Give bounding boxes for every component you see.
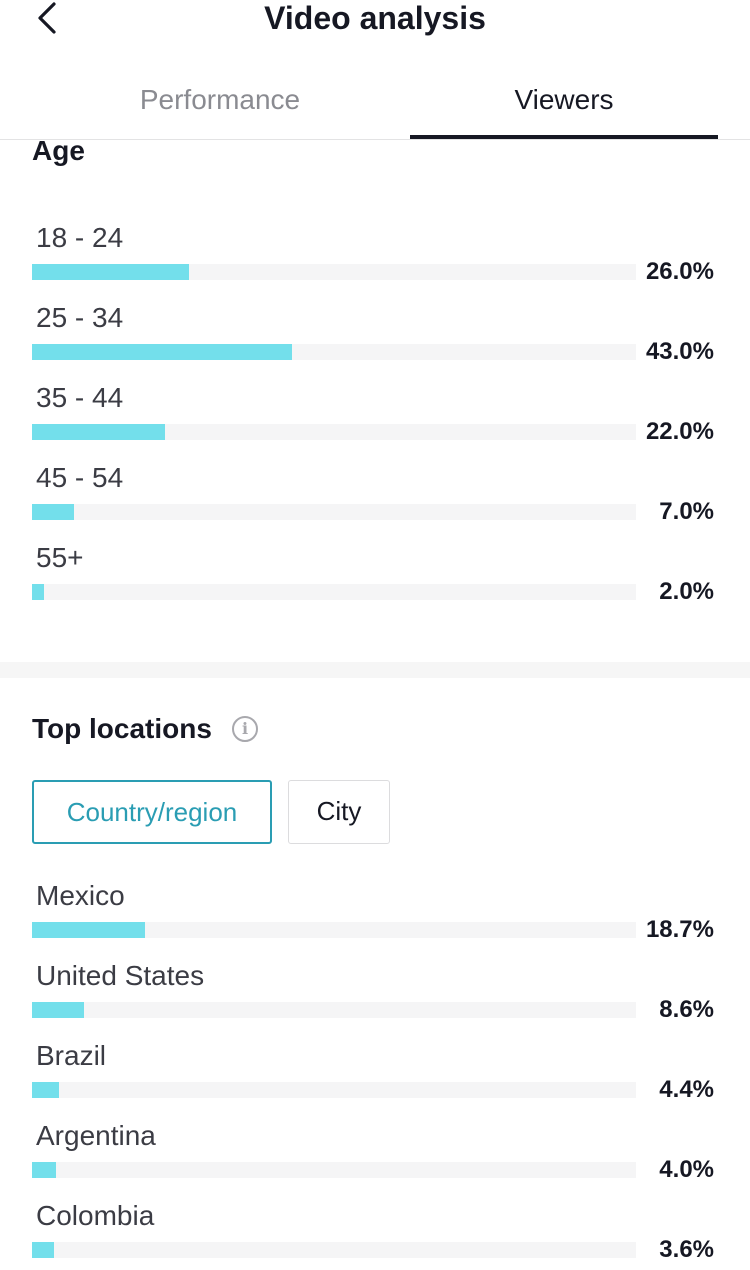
bar-fill xyxy=(32,1082,59,1098)
location-row: Argentina 4.0% xyxy=(32,1120,722,1190)
bar-fill xyxy=(32,424,165,440)
tab-bar: Performance Viewers xyxy=(0,72,750,140)
location-row-percent: 18.7% xyxy=(645,916,714,943)
location-row: Mexico 18.7% xyxy=(32,880,722,950)
location-row: Colombia 3.6% xyxy=(32,1200,722,1270)
bar-fill xyxy=(32,584,45,600)
age-row-percent: 26.0% xyxy=(645,258,714,285)
bar-fill xyxy=(32,922,145,938)
age-row: 55+ 2.0% xyxy=(32,542,722,612)
age-row: 45 - 54 7.0% xyxy=(32,462,722,532)
location-row: Brazil 4.4% xyxy=(32,1040,722,1110)
age-row-label: 25 - 34 xyxy=(36,302,124,333)
age-row-percent: 22.0% xyxy=(645,418,714,445)
header: Video analysis xyxy=(0,0,750,40)
section-divider xyxy=(0,662,750,678)
age-row: 25 - 34 43.0% xyxy=(32,302,722,372)
location-row-percent: 8.6% xyxy=(659,996,714,1023)
bar-fill xyxy=(32,1162,57,1178)
age-row: 35 - 44 22.0% xyxy=(32,382,722,452)
bar-track xyxy=(32,922,636,938)
age-section-title: Age xyxy=(32,135,85,166)
age-row-label: 55+ xyxy=(36,542,84,573)
bar-track xyxy=(32,424,636,440)
bar-fill xyxy=(32,264,190,280)
bar-track xyxy=(32,1242,636,1258)
age-row-label: 35 - 44 xyxy=(36,382,124,413)
filter-city[interactable]: City xyxy=(288,780,390,844)
bar-track xyxy=(32,1162,636,1178)
bar-track xyxy=(32,344,636,360)
bar-track xyxy=(32,264,636,280)
age-row-percent: 43.0% xyxy=(645,338,714,365)
location-row-percent: 4.4% xyxy=(659,1076,714,1103)
location-row-percent: 4.0% xyxy=(659,1156,714,1183)
tab-performance[interactable]: Performance xyxy=(30,82,410,118)
age-row-percent: 7.0% xyxy=(659,498,714,525)
location-row-percent: 3.6% xyxy=(659,1236,714,1263)
location-row-label: Mexico xyxy=(36,880,125,911)
bar-track xyxy=(32,1002,636,1018)
top-locations-title: Top locations xyxy=(32,713,212,744)
bar-fill xyxy=(32,1002,84,1018)
bar-track xyxy=(32,584,636,600)
bar-fill xyxy=(32,1242,54,1258)
location-row-label: Argentina xyxy=(36,1120,156,1151)
location-row-label: United States xyxy=(36,960,205,991)
tab-viewers[interactable]: Viewers xyxy=(410,82,718,118)
active-tab-indicator xyxy=(410,135,718,139)
page-title: Video analysis xyxy=(264,0,486,36)
bar-fill xyxy=(32,504,75,520)
age-row: 18 - 24 26.0% xyxy=(32,222,722,292)
filter-country-region[interactable]: Country/region xyxy=(32,780,272,844)
location-row-label: Colombia xyxy=(36,1200,155,1231)
location-row: United States 8.6% xyxy=(32,960,722,1030)
info-icon[interactable]: i xyxy=(232,716,258,742)
age-row-percent: 2.0% xyxy=(659,578,714,605)
age-row-label: 45 - 54 xyxy=(36,462,124,493)
bar-track xyxy=(32,1082,636,1098)
bar-fill xyxy=(32,344,292,360)
location-row-label: Brazil xyxy=(36,1040,107,1071)
bar-track xyxy=(32,504,636,520)
age-row-label: 18 - 24 xyxy=(36,222,124,253)
